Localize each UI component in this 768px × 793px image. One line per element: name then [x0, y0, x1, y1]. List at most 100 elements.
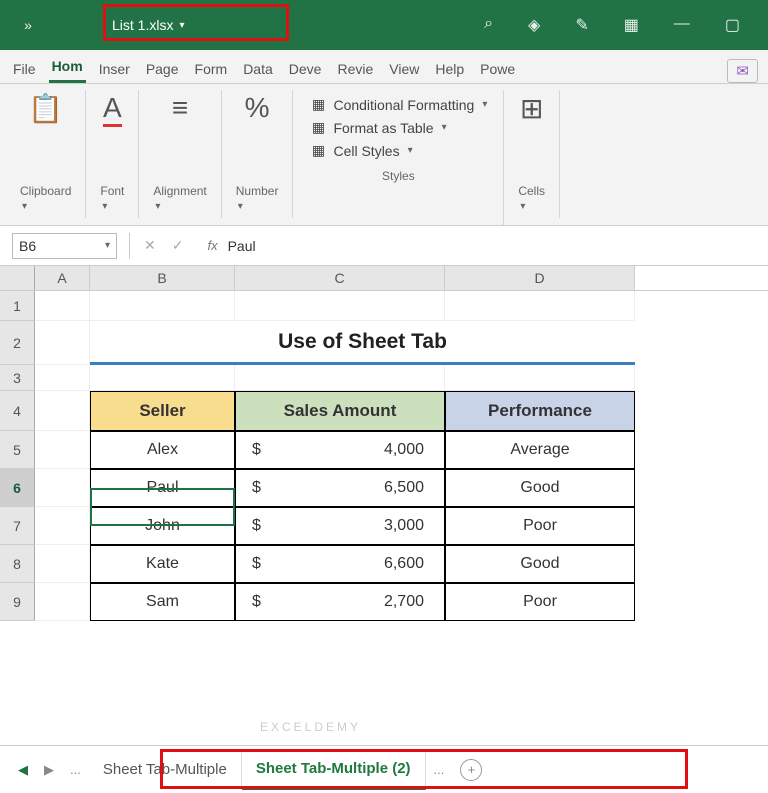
table-row[interactable]: John: [90, 507, 235, 545]
row-header[interactable]: 2: [0, 321, 35, 365]
formula-value[interactable]: Paul: [228, 238, 256, 254]
number-icon[interactable]: %: [245, 92, 270, 124]
name-box-value: B6: [19, 238, 36, 254]
row-header[interactable]: 8: [0, 545, 35, 583]
diamond-icon[interactable]: ◈: [528, 15, 540, 35]
row-header[interactable]: 6: [0, 469, 35, 507]
row-header[interactable]: 7: [0, 507, 35, 545]
fx-label[interactable]: fx: [197, 238, 227, 253]
format-as-table-button[interactable]: ▦Format as Table▾: [309, 119, 487, 136]
table-icon: ▦: [309, 119, 327, 136]
titlebar-overflow-icon[interactable]: »: [0, 17, 48, 33]
table-header-performance[interactable]: Performance: [445, 391, 635, 431]
tab-page[interactable]: Page: [143, 55, 182, 83]
tab-developer[interactable]: Deve: [286, 55, 325, 83]
cell-styles-icon: ▦: [309, 142, 327, 159]
sheet-title[interactable]: Use of Sheet Tab: [90, 321, 635, 365]
title-bar: » List 1.xlsx ▾ ⌕ ◈ ✎ ▦ — ▢: [0, 0, 768, 50]
column-headers: A B C D: [0, 266, 768, 291]
spreadsheet-grid[interactable]: A B C D 1 2 Use of Sheet Tab 3 4 Seller …: [0, 266, 768, 621]
ribbon: 📋 Clipboard▾ A Font▾ ≡ Alignment▾ % Numb…: [0, 84, 768, 226]
conditional-formatting-button[interactable]: ▦Conditional Formatting▾: [309, 96, 487, 113]
group-cells-label: Cells▾: [518, 180, 545, 218]
table-row[interactable]: Poor: [445, 507, 635, 545]
row-header[interactable]: 5: [0, 431, 35, 469]
group-styles-label: Styles: [309, 165, 487, 189]
filename-dropdown[interactable]: List 1.xlsx ▾: [98, 15, 199, 35]
tab-review[interactable]: Revie: [334, 55, 376, 83]
sheet-tab-bar: ◀ ▶ ... Sheet Tab-Multiple Sheet Tab-Mul…: [0, 745, 768, 793]
font-icon[interactable]: A: [103, 92, 122, 127]
name-box[interactable]: B6 ▾: [12, 233, 117, 259]
group-number-label: Number▾: [236, 180, 279, 218]
table-row[interactable]: Good: [445, 545, 635, 583]
sheet-nav-more-right[interactable]: ...: [426, 762, 453, 777]
sheet-tab[interactable]: Sheet Tab-Multiple (2): [242, 749, 426, 790]
table-row[interactable]: $3,000: [235, 507, 445, 545]
group-cells: ⊞ Cells▾: [504, 90, 560, 218]
col-header-c[interactable]: C: [235, 266, 445, 290]
select-all-corner[interactable]: [0, 266, 35, 290]
tab-file[interactable]: File: [10, 55, 39, 83]
clipboard-icon[interactable]: 📋: [28, 92, 63, 125]
alignment-icon[interactable]: ≡: [172, 92, 188, 124]
col-header-a[interactable]: A: [35, 266, 90, 290]
table-row[interactable]: Poor: [445, 583, 635, 621]
cells-icon[interactable]: ⊞: [520, 92, 543, 125]
group-number: % Number▾: [222, 90, 294, 218]
filename-text: List 1.xlsx: [112, 17, 173, 33]
group-font: A Font▾: [86, 90, 139, 218]
group-clipboard-label: Clipboard▾: [20, 180, 71, 218]
row-header[interactable]: 4: [0, 391, 35, 431]
row-header[interactable]: 3: [0, 365, 35, 391]
sheet-tab[interactable]: Sheet Tab-Multiple: [89, 751, 242, 788]
row-header[interactable]: 9: [0, 583, 35, 621]
tab-power[interactable]: Powe: [477, 55, 518, 83]
tab-help[interactable]: Help: [432, 55, 467, 83]
group-alignment: ≡ Alignment▾: [139, 90, 221, 218]
table-row[interactable]: Kate: [90, 545, 235, 583]
titlebar-actions: ⌕ ◈ ✎ ▦ — ▢: [484, 15, 768, 35]
table-row[interactable]: $6,600: [235, 545, 445, 583]
table-row[interactable]: $2,700: [235, 583, 445, 621]
layout-icon[interactable]: ▦: [624, 15, 639, 35]
sheet-nav-more-left[interactable]: ...: [62, 762, 89, 777]
table-row[interactable]: Paul: [90, 469, 235, 507]
group-font-label: Font▾: [100, 180, 124, 218]
tab-home[interactable]: Hom: [49, 52, 86, 83]
new-sheet-button[interactable]: +: [460, 759, 482, 781]
group-styles: ▦Conditional Formatting▾ ▦Format as Tabl…: [293, 90, 504, 225]
comments-button[interactable]: ✉: [727, 59, 758, 83]
cancel-icon[interactable]: ✕: [144, 237, 156, 254]
col-header-d[interactable]: D: [445, 266, 635, 290]
tab-data[interactable]: Data: [240, 55, 276, 83]
maximize-icon[interactable]: ▢: [725, 15, 740, 35]
row-header[interactable]: 1: [0, 291, 35, 321]
tab-formulas[interactable]: Form: [192, 55, 231, 83]
table-row[interactable]: Good: [445, 469, 635, 507]
minimize-icon[interactable]: —: [674, 15, 690, 35]
group-clipboard: 📋 Clipboard▾: [6, 90, 86, 218]
table-row[interactable]: Average: [445, 431, 635, 469]
table-row[interactable]: $4,000: [235, 431, 445, 469]
namebox-dropdown-icon: ▾: [103, 240, 110, 251]
col-header-b[interactable]: B: [90, 266, 235, 290]
chevron-down-icon: ▾: [179, 20, 184, 31]
table-header-amount[interactable]: Sales Amount: [235, 391, 445, 431]
table-row[interactable]: Sam: [90, 583, 235, 621]
sheet-nav-prev[interactable]: ◀: [10, 762, 36, 778]
search-icon[interactable]: ⌕: [484, 15, 493, 35]
tab-view[interactable]: View: [386, 55, 422, 83]
table-header-seller[interactable]: Seller: [90, 391, 235, 431]
pen-icon[interactable]: ✎: [575, 15, 588, 35]
formula-bar-row: B6 ▾ ✕ ✓ fx Paul: [0, 226, 768, 266]
ribbon-tabs: File Hom Inser Page Form Data Deve Revie…: [0, 50, 768, 84]
cond-format-icon: ▦: [309, 96, 327, 113]
watermark: EXCELDEMY: [260, 720, 361, 734]
table-row[interactable]: Alex: [90, 431, 235, 469]
table-row[interactable]: $6,500: [235, 469, 445, 507]
accept-icon[interactable]: ✓: [172, 237, 184, 254]
sheet-nav-next[interactable]: ▶: [36, 762, 62, 778]
tab-insert[interactable]: Inser: [96, 55, 133, 83]
cell-styles-button[interactable]: ▦Cell Styles▾: [309, 142, 487, 159]
